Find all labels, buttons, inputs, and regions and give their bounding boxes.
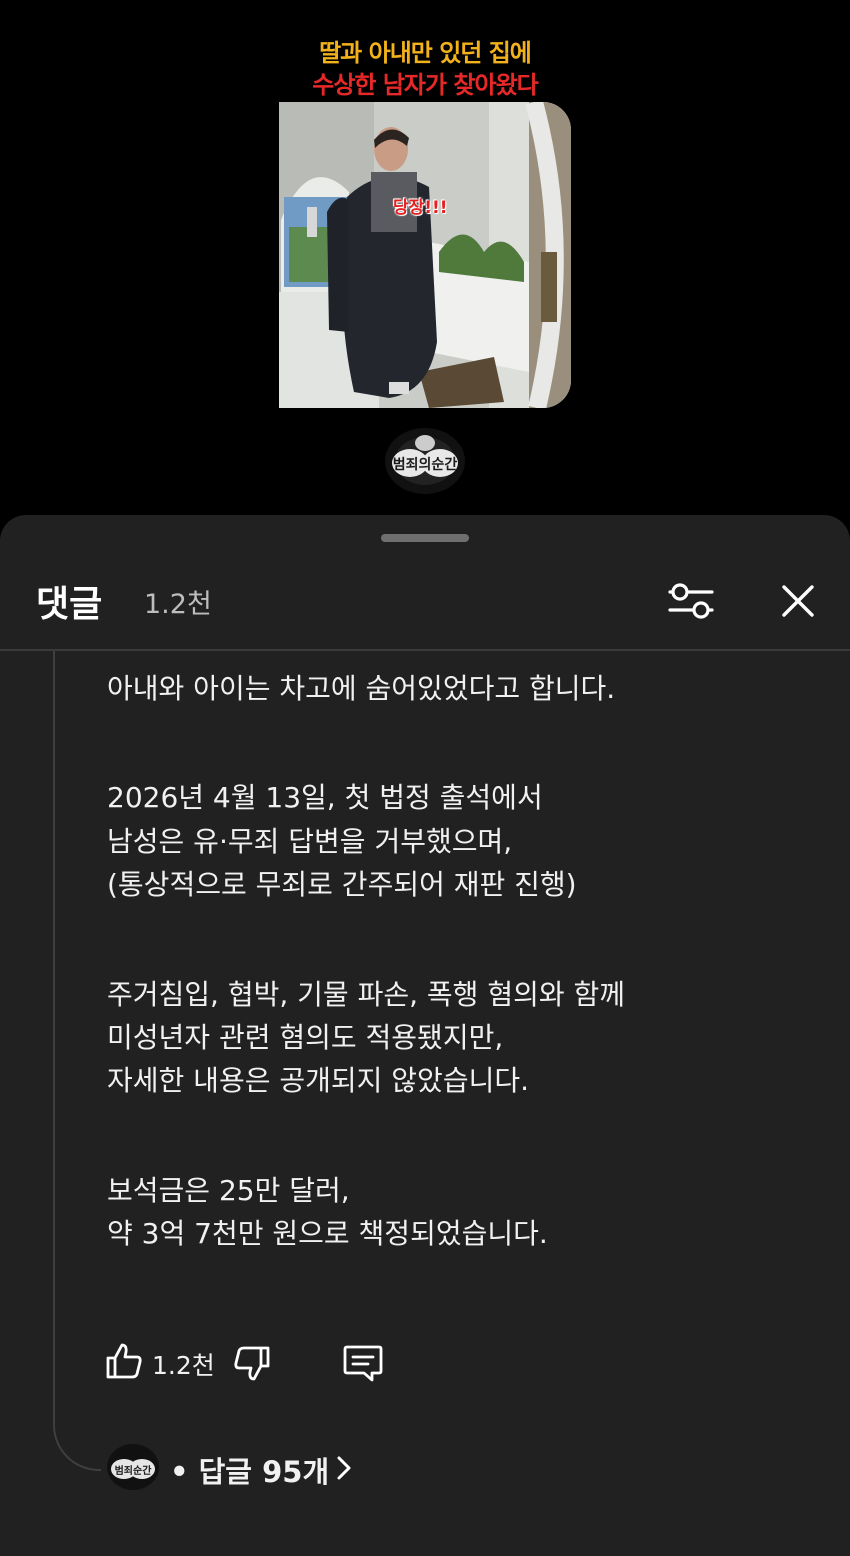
video-player[interactable]: 딸과 아내만 있던 집에 수상한 남자가 찾아왔다 당장!!! 범죄의순간 (0, 0, 850, 520)
close-icon[interactable] (772, 573, 826, 629)
comment-line: 약 3억 7천만 원으로 책정되었습니다. (107, 1217, 548, 1251)
drag-handle[interactable] (381, 534, 469, 542)
svg-text:범죄순간: 범죄순간 (115, 1464, 153, 1477)
video-title-line2: 수상한 남자가 찾아왔다 (312, 71, 539, 99)
filter-icon[interactable] (664, 573, 718, 629)
replies-toggle[interactable]: 범죄순간 • 답글 95개 (106, 1441, 406, 1497)
replies-label[interactable]: • 답글 95개 (170, 1449, 329, 1491)
comment-line: 2026년 4월 13일, 첫 법정 출석에서 (107, 781, 543, 815)
comment-line: 미성년자 관련 혐의도 적용됐지만, (107, 1020, 504, 1054)
comment-text: 아내와 아이는 차고에 숨어있었다고 합니다. 2026년 4월 13일, 첫 … (107, 667, 807, 1256)
channel-logo[interactable]: 범죄의순간 (384, 423, 466, 495)
like-count: 1.2천 (152, 1351, 215, 1380)
comment-line: 주거침입, 협박, 기물 파손, 폭행 혐의와 함께 (107, 977, 626, 1011)
comment-actions: 1.2천 (104, 1341, 424, 1387)
comment-line: 아내와 아이는 차고에 숨어있었다고 합니다. (107, 672, 616, 705)
thumbs-up-icon[interactable] (104, 1341, 144, 1381)
video-frame[interactable] (279, 102, 571, 408)
avatar: 범죄순간 (106, 1443, 160, 1491)
thread-connector (53, 651, 101, 1471)
svg-text:범죄의순간: 범죄의순간 (393, 456, 458, 473)
comment-line: (통상적으로 무죄로 간주되어 재판 진행) (107, 868, 577, 902)
thumbs-down-icon[interactable] (232, 1344, 272, 1384)
comments-header: 댓글 1.2천 (0, 565, 850, 649)
comments-count: 1.2천 (144, 589, 212, 620)
comments-sheet: 댓글 1.2천 아내와 아이는 차고에 숨어있었다고 합니다. 2026년 4월… (0, 515, 850, 1556)
comment-line: 자세한 내용은 공개되지 않았습니다. (107, 1064, 530, 1098)
comment-line: 보석금은 25만 달러, (107, 1173, 350, 1207)
video-title-line1: 딸과 아내만 있던 집에 (319, 39, 532, 67)
header-divider (0, 649, 850, 651)
comment-line: 남성은 유·무죄 답변을 거부했으며, (107, 824, 513, 858)
reply-icon[interactable] (342, 1343, 384, 1383)
chevron-right-icon (332, 1453, 356, 1483)
comments-title: 댓글 (36, 584, 103, 625)
thumbnail-caption: 당장!!! (393, 198, 448, 218)
